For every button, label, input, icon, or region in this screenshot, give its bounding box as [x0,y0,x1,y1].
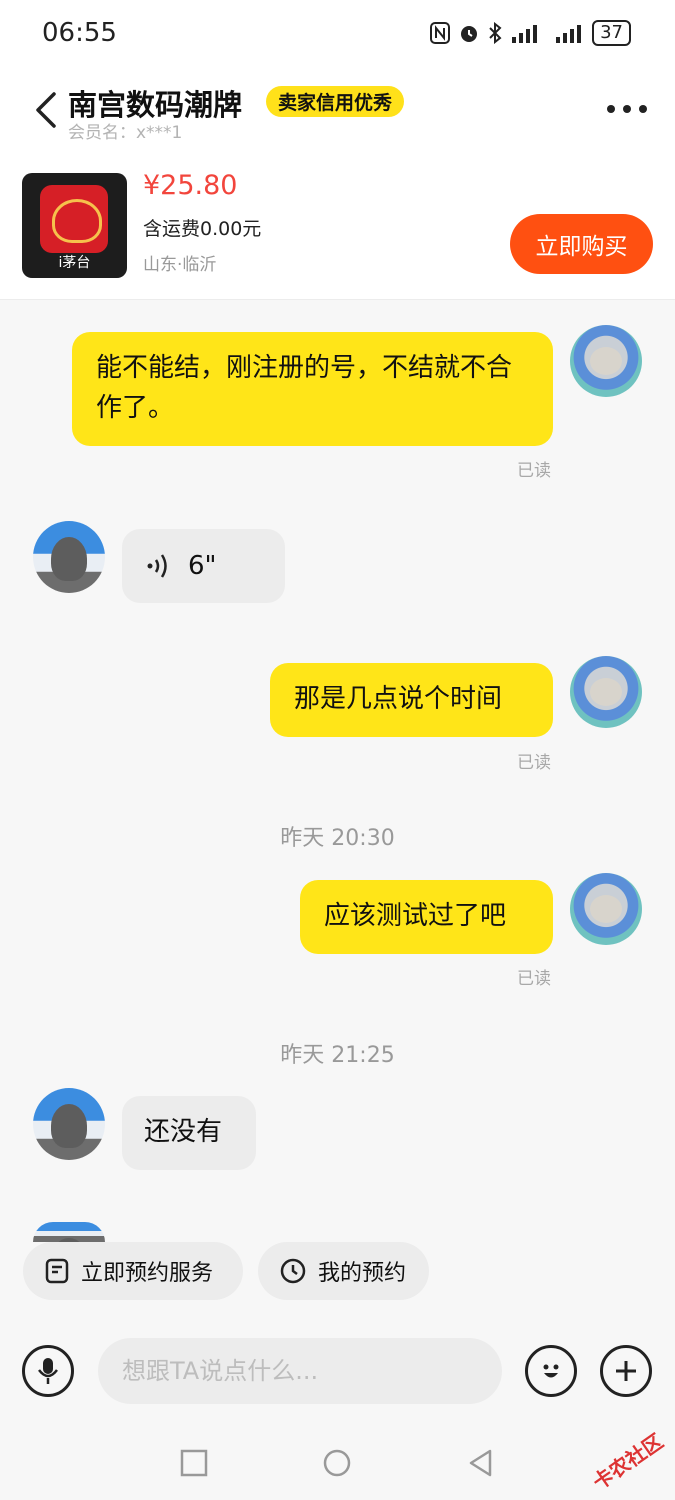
more-actions-button[interactable] [600,1345,652,1397]
seller-avatar[interactable] [33,521,105,593]
alarm-icon [461,26,478,42]
message-bubble-outgoing[interactable]: 能不能结，刚注册的号，不结就不合作了。 [72,332,553,446]
system-nav-bar: 卡农社区 [0,1428,675,1500]
dot-icon [623,105,631,113]
status-time: 06:55 [42,18,117,48]
product-location: 山东·临沂 [143,255,217,275]
plus-icon [616,1361,636,1381]
message-bubble-outgoing[interactable]: 那是几点说个时间 [270,663,553,737]
my-booking-label: 我的预约 [318,1260,407,1285]
credit-badge: 卖家信用优秀 [266,86,405,117]
message-input[interactable] [98,1338,502,1404]
microphone-icon [38,1358,58,1384]
signal-icon [512,25,538,43]
product-thumb-label: i茅台 [58,255,91,271]
my-avatar[interactable] [570,873,642,945]
nfc-icon [430,22,451,44]
emoji-button[interactable] [525,1345,577,1397]
booking-note-icon [45,1258,69,1284]
back-triangle-icon[interactable] [466,1448,496,1478]
voice-duration: 6" [188,551,217,581]
book-service-button[interactable]: 立即预约服务 [23,1242,243,1300]
shipping-fee: 含运费0.00元 [143,218,262,240]
dot-icon [607,105,615,113]
read-status: 已读 [517,461,551,481]
home-icon[interactable] [322,1448,352,1478]
read-status: 已读 [517,969,551,989]
input-bar [0,1318,675,1428]
my-booking-button[interactable]: 我的预约 [258,1242,429,1300]
voice-wave-icon [147,554,167,578]
seller-avatar[interactable] [33,1222,105,1242]
clock-icon [280,1258,306,1284]
product-card[interactable]: i茅台 ¥25.80 含运费0.00元 山东·临沂 立即购买 [0,160,675,300]
my-avatar[interactable] [570,325,642,397]
battery-indicator: 37 [592,20,631,46]
moutai-logo-icon [40,185,108,253]
chevron-left-icon [36,92,56,128]
member-name: 会员名：x***1 [68,123,183,143]
product-price: ¥25.80 [143,170,238,201]
chat-timestamp: 昨天 20:30 [280,826,395,851]
message-bubble-incoming[interactable]: 还没有 [122,1096,256,1170]
book-service-label: 立即预约服务 [81,1260,214,1285]
product-thumbnail[interactable]: i茅台 [22,173,127,278]
smiley-icon [543,1364,559,1378]
chat-area[interactable]: 能不能结，刚注册的号，不结就不合作了。 已读 6" 那是几点说个时间 已读 昨天… [0,300,675,1330]
recent-apps-icon[interactable] [179,1448,209,1478]
chat-header: 南宫数码潮牌 卖家信用优秀 会员名：x***1 [0,70,675,160]
watermark: 卡农社区 [588,1428,668,1495]
read-status: 已读 [517,753,551,773]
signal-icon-2 [556,25,582,43]
buy-now-button[interactable]: 立即购买 [510,214,653,274]
status-icons: 37 [430,20,631,46]
dot-icon [639,105,647,113]
voice-message-bubble[interactable]: 6" [122,529,285,603]
seller-avatar[interactable] [33,1088,105,1160]
status-bar: 06:55 37 [0,0,675,70]
message-bubble-outgoing[interactable]: 应该测试过了吧 [300,880,553,954]
bluetooth-icon [489,22,502,44]
chat-timestamp: 昨天 21:25 [280,1043,395,1068]
back-button[interactable] [28,88,64,132]
voice-input-button[interactable] [22,1345,74,1397]
more-options-button[interactable] [607,96,647,122]
my-avatar[interactable] [570,656,642,728]
